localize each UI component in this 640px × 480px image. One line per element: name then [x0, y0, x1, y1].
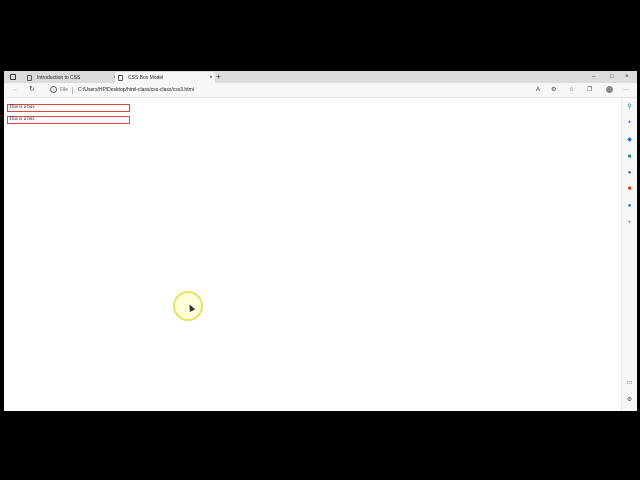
tab-title: Introduction to CSS	[37, 74, 81, 81]
address-bar: ← ↻ i File C:/Users/HP/Desktop/html-clas…	[4, 83, 637, 98]
favorites-icon[interactable]: ☆	[569, 85, 574, 95]
reload-button[interactable]: ↻	[29, 85, 35, 95]
close-window-button[interactable]: ×	[625, 71, 629, 83]
divider	[72, 87, 73, 94]
tab-introduction-to-css[interactable]: Introduction to CSS ×	[24, 72, 119, 83]
box-element: This is a box	[7, 104, 130, 112]
split-screen-icon[interactable]: ▭	[626, 380, 633, 387]
search-icon[interactable]: ⚲	[626, 104, 633, 111]
tools-icon[interactable]: ◆	[626, 137, 633, 144]
outlook-icon[interactable]: ●	[626, 203, 633, 210]
collections-icon[interactable]: ❐	[587, 85, 592, 95]
tab-css-box-model[interactable]: CSS Box Model ×	[115, 72, 215, 83]
page-icon	[27, 74, 32, 81]
extensions-icon[interactable]: ⚙	[551, 85, 556, 95]
file-label: File	[60, 87, 69, 93]
page-content: This is a box This is a box	[4, 98, 621, 411]
page-icon	[118, 74, 123, 81]
url-field[interactable]: C:/Users/HP/Desktop/html-class/css-class…	[78, 85, 194, 95]
box-element: This is a box	[7, 116, 130, 124]
tab-bar: Introduction to CSS × CSS Box Model × + …	[4, 71, 637, 83]
browser-window: Introduction to CSS × CSS Box Model × + …	[4, 71, 637, 411]
edge-sidebar: ⚲ ✦ ◆ ■ ● ■ ● + ▭ ⚙	[621, 98, 637, 411]
settings-icon[interactable]: ⚙	[626, 397, 633, 404]
maximize-button[interactable]: □	[610, 71, 614, 83]
back-button[interactable]: ←	[12, 85, 19, 95]
more-options-icon[interactable]: ···	[623, 85, 629, 95]
site-info-icon[interactable]: i	[50, 86, 57, 93]
profile-avatar[interactable]	[606, 86, 613, 93]
microsoft-365-icon[interactable]: ●	[626, 170, 633, 177]
read-aloud-icon[interactable]: A	[536, 85, 540, 95]
tab-title: CSS Box Model	[128, 74, 164, 81]
shopping-icon[interactable]: ✦	[626, 120, 633, 127]
minimize-button[interactable]: –	[592, 71, 595, 83]
add-icon[interactable]: +	[626, 220, 633, 227]
tab-close-icon[interactable]: ×	[207, 75, 215, 81]
new-tab-button[interactable]: +	[216, 71, 221, 83]
office-icon[interactable]: ■	[626, 186, 633, 193]
tab-actions-icon[interactable]	[10, 74, 16, 80]
games-icon[interactable]: ■	[626, 154, 633, 161]
